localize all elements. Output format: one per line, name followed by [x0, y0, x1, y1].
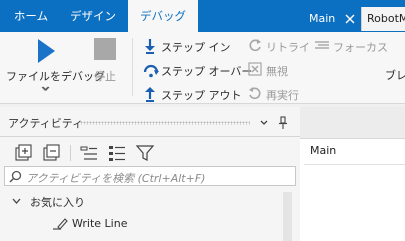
focus-label: フォーカス: [333, 41, 388, 54]
tree-item-label: Write Line: [72, 217, 128, 230]
ignore-icon: [248, 62, 262, 76]
close-icon[interactable]: [345, 14, 355, 24]
ribbon-separator: [132, 38, 133, 96]
stop-label: 停止: [94, 70, 116, 83]
step-over-label: ステップ オーバー: [161, 65, 253, 78]
step-over-icon: [143, 64, 159, 78]
expand-all-icon[interactable]: [14, 144, 32, 162]
focus-button[interactable]: フォーカス: [314, 37, 388, 55]
ignore-label: 無視: [266, 65, 288, 78]
step-into-label: ステップ イン: [161, 41, 231, 54]
stop-icon: [94, 38, 116, 60]
activities-panel-title: アクティビティ: [8, 117, 84, 130]
tab-main[interactable]: Main: [303, 7, 360, 31]
step-over-button[interactable]: ステップ オーバー: [142, 61, 252, 79]
chevron-down-icon[interactable]: [260, 120, 268, 126]
tab-design[interactable]: デザイン: [63, 0, 123, 32]
focus-icon: [315, 41, 329, 49]
breadcrumb-divider: [304, 164, 405, 165]
filter-icon[interactable]: [136, 144, 154, 162]
tree-item-write-line[interactable]: Write Line: [48, 215, 248, 233]
tab-home[interactable]: ホーム: [8, 0, 54, 32]
retry-label: リトライ: [266, 41, 310, 54]
retry-button[interactable]: リトライ: [246, 37, 310, 55]
tree-node-favorites-label: お気に入り: [30, 196, 85, 209]
write-line-icon: [53, 218, 68, 230]
filter-list-icon[interactable]: [80, 144, 98, 162]
play-icon: [38, 39, 55, 63]
list-view-icon[interactable]: [108, 144, 126, 162]
stop-button[interactable]: 停止: [88, 36, 124, 96]
chevron-down-icon[interactable]: [41, 86, 49, 92]
tree-node-favorites[interactable]: お気に入り: [6, 193, 206, 211]
tab-robot-label: RobotM: [367, 12, 405, 25]
toolbar-separator: [70, 145, 71, 161]
activities-panel-header: アクティビティ: [0, 107, 300, 137]
restart-label: 再実行: [266, 89, 299, 102]
activities-scrollbar[interactable]: [283, 192, 292, 241]
breakpoints-label[interactable]: ブレ: [385, 67, 405, 83]
step-out-button[interactable]: ステップ アウト: [142, 85, 242, 103]
tab-debug[interactable]: デバッグ: [128, 0, 198, 32]
panel-grip[interactable]: [80, 121, 250, 125]
tab-main-label: Main: [309, 12, 336, 25]
restart-icon: [249, 87, 261, 100]
search-placeholder: アクティビティを検索 (Ctrl+Alt+F): [26, 172, 206, 185]
collapse-all-icon[interactable]: [42, 144, 60, 162]
step-into-button[interactable]: ステップ イン: [142, 37, 234, 55]
breadcrumb[interactable]: Main: [310, 144, 336, 157]
step-out-label: ステップ アウト: [161, 89, 242, 102]
pin-icon[interactable]: [278, 116, 288, 130]
step-into-icon: [145, 39, 155, 54]
chevron-down-icon: [12, 198, 21, 204]
retry-icon: [249, 39, 261, 52]
activities-toolbar: [0, 138, 300, 168]
ignore-button[interactable]: 無視: [246, 61, 302, 79]
tab-robot[interactable]: RobotM: [361, 7, 405, 31]
step-out-icon: [145, 87, 155, 102]
search-icon: [9, 170, 22, 183]
restart-button[interactable]: 再実行: [246, 85, 308, 103]
